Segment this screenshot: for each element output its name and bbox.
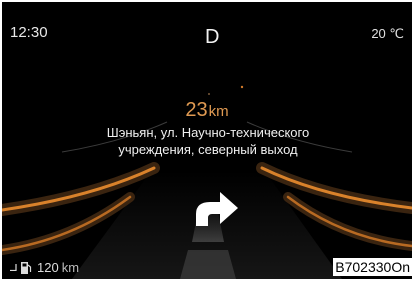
distance-unit: km (208, 103, 229, 120)
gear-indicator: D (205, 26, 220, 48)
distance-value: 23 (185, 99, 208, 121)
instrument-display: 12:30 D 20 ℃ 23km Шэньян, ул. Научно-тех… (0, 0, 414, 281)
range-indicator-icon (10, 264, 17, 271)
fuel-range: 120 km (10, 260, 79, 275)
image-reference-code: B702330On (333, 258, 412, 276)
clock-time: 12:30 (10, 24, 48, 41)
street-name: Шэньян, ул. Научно-технического учрежден… (62, 124, 354, 158)
outside-temperature: 20 ℃ (371, 26, 404, 41)
fuel-range-value: 120 (37, 260, 59, 275)
fuel-pump-icon (21, 261, 32, 274)
turn-right-arrow-icon (196, 192, 238, 226)
street-name-line-2: учреждения, северный выход (118, 142, 298, 157)
distance-to-maneuver: 23km (2, 99, 412, 122)
fuel-range-unit: km (61, 260, 80, 275)
street-name-line-1: Шэньян, ул. Научно-технического (106, 125, 310, 140)
